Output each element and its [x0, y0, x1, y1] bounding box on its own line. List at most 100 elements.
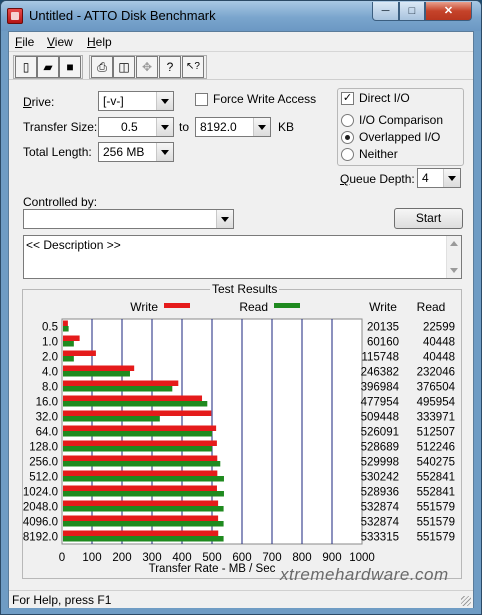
- total-length-value: 256 MB: [103, 145, 145, 159]
- drive-value: [-v-]: [103, 94, 124, 108]
- transfer-size-label: Transfer Size:: [23, 120, 98, 134]
- x-tick-label: 100: [82, 552, 101, 564]
- read-value: 512246: [417, 442, 455, 454]
- read-value: 512507: [417, 427, 455, 439]
- write-bar: [63, 410, 212, 416]
- io-comparison-radio[interactable]: [341, 114, 354, 127]
- write-bar: [63, 365, 135, 371]
- read-bar: [63, 386, 173, 392]
- write-value: 509448: [361, 412, 399, 424]
- start-button[interactable]: Start: [394, 208, 463, 229]
- category-label: 16.0: [36, 397, 58, 409]
- status-bar: For Help, press F1: [9, 590, 473, 608]
- category-label: 1.0: [42, 337, 58, 349]
- read-bar: [63, 356, 74, 362]
- menu-bar: File View Help: [9, 32, 473, 52]
- save-icon[interactable]: ■: [59, 56, 81, 78]
- queue-depth-value: 4: [422, 171, 429, 185]
- x-tick-label: 0: [59, 552, 65, 564]
- category-label: 1024.0: [23, 487, 58, 499]
- write-value: 532874: [361, 517, 400, 529]
- controlled-by-dropdown-arrow-icon[interactable]: [216, 210, 233, 228]
- force-write-checkbox[interactable]: [195, 93, 208, 106]
- write-bar: [63, 440, 217, 446]
- write-bar: [63, 335, 80, 341]
- read-bar: [63, 431, 213, 437]
- overlapped-io-radio[interactable]: [341, 131, 354, 144]
- total-length-label: Total Length:: [23, 145, 92, 159]
- resize-grip-icon[interactable]: [461, 596, 471, 606]
- maximize-button[interactable]: □: [399, 2, 425, 21]
- app-window: Untitled - ATTO Disk Benchmark ─ □ ✕ Fil…: [0, 0, 482, 615]
- total-length-dropdown-arrow-icon[interactable]: [156, 143, 173, 161]
- queue-depth-select[interactable]: 4: [417, 168, 461, 188]
- controlled-by-select[interactable]: [23, 209, 234, 229]
- menu-file[interactable]: File: [15, 35, 34, 49]
- context-help-icon[interactable]: ↖?: [182, 56, 204, 78]
- open-icon[interactable]: ▰: [37, 56, 59, 78]
- move-icon[interactable]: ✥: [136, 56, 158, 78]
- drive-select[interactable]: [-v-]: [98, 91, 174, 111]
- write-value: 528936: [361, 487, 399, 499]
- description-textarea[interactable]: << Description >>: [23, 235, 462, 279]
- write-value: 477954: [361, 397, 400, 409]
- write-bar: [63, 470, 218, 476]
- read-bar: [63, 521, 224, 527]
- read-value: 552841: [417, 487, 455, 499]
- print-icon[interactable]: ⎙: [91, 56, 113, 78]
- read-bar: [63, 506, 224, 512]
- new-icon[interactable]: ▯: [15, 56, 37, 78]
- drive-dropdown-arrow-icon[interactable]: [156, 92, 173, 110]
- queue-depth-dropdown-arrow-icon[interactable]: [443, 169, 460, 187]
- scroll-down-arrow-icon[interactable]: [450, 268, 458, 273]
- results-chart: Write Read Write Read 0 100 200 300 400 500 60…: [23, 300, 456, 575]
- x-tick-label: 1000: [349, 552, 375, 564]
- x-tick-label: 800: [292, 552, 311, 564]
- print-preview-icon[interactable]: ◫: [113, 56, 135, 78]
- write-value: 20135: [367, 322, 399, 334]
- read-bar: [63, 491, 224, 497]
- legend-read-swatch: [274, 303, 300, 308]
- category-label: 32.0: [36, 412, 58, 424]
- neither-radio[interactable]: [341, 148, 354, 161]
- category-label: 512.0: [29, 472, 58, 484]
- write-bar: [63, 485, 217, 491]
- write-value: 533315: [361, 532, 399, 544]
- write-bar: [63, 350, 96, 356]
- read-value: 495954: [417, 397, 456, 409]
- transfer-from-select[interactable]: 0.5: [98, 117, 174, 137]
- write-value: 532874: [361, 502, 400, 514]
- toolbar: ▯ ▰ ■ ⎙ ◫ ✥ ? ↖?: [9, 53, 473, 80]
- menu-help[interactable]: Help: [87, 35, 112, 49]
- write-bar: [63, 395, 203, 401]
- watermark-text: xtremehardware.com: [280, 565, 449, 584]
- read-value: 40448: [423, 337, 455, 349]
- write-bar: [63, 380, 179, 386]
- minimize-button[interactable]: ─: [372, 2, 399, 21]
- title-bar[interactable]: Untitled - ATTO Disk Benchmark ─ □ ✕: [1, 1, 481, 31]
- io-comparison-label: I/O Comparison: [359, 113, 444, 127]
- category-label: 8.0: [42, 382, 58, 394]
- read-value: 551579: [417, 517, 455, 529]
- write-value: 396984: [361, 382, 400, 394]
- read-bar: [63, 536, 224, 542]
- description-text: << Description >>: [26, 238, 121, 252]
- close-button[interactable]: ✕: [425, 2, 472, 21]
- transfer-to-dropdown-arrow-icon[interactable]: [253, 118, 270, 136]
- help-icon[interactable]: ?: [159, 56, 181, 78]
- description-scrollbar[interactable]: [446, 236, 461, 278]
- write-bar: [63, 515, 219, 521]
- write-bar: [63, 500, 219, 506]
- start-button-label: Start: [415, 211, 442, 225]
- transfer-from-dropdown-arrow-icon[interactable]: [156, 118, 173, 136]
- transfer-to-select[interactable]: 8192.0: [195, 117, 271, 137]
- category-label: 4.0: [42, 367, 58, 379]
- category-label: 2.0: [42, 352, 58, 364]
- direct-io-checkbox[interactable]: ✓: [341, 92, 354, 105]
- total-length-select[interactable]: 256 MB: [98, 142, 174, 162]
- scroll-up-arrow-icon[interactable]: [450, 241, 458, 246]
- category-label: 128.0: [29, 442, 58, 454]
- read-bar: [63, 341, 74, 347]
- read-column-header: Read: [417, 300, 446, 314]
- menu-view[interactable]: View: [47, 35, 73, 49]
